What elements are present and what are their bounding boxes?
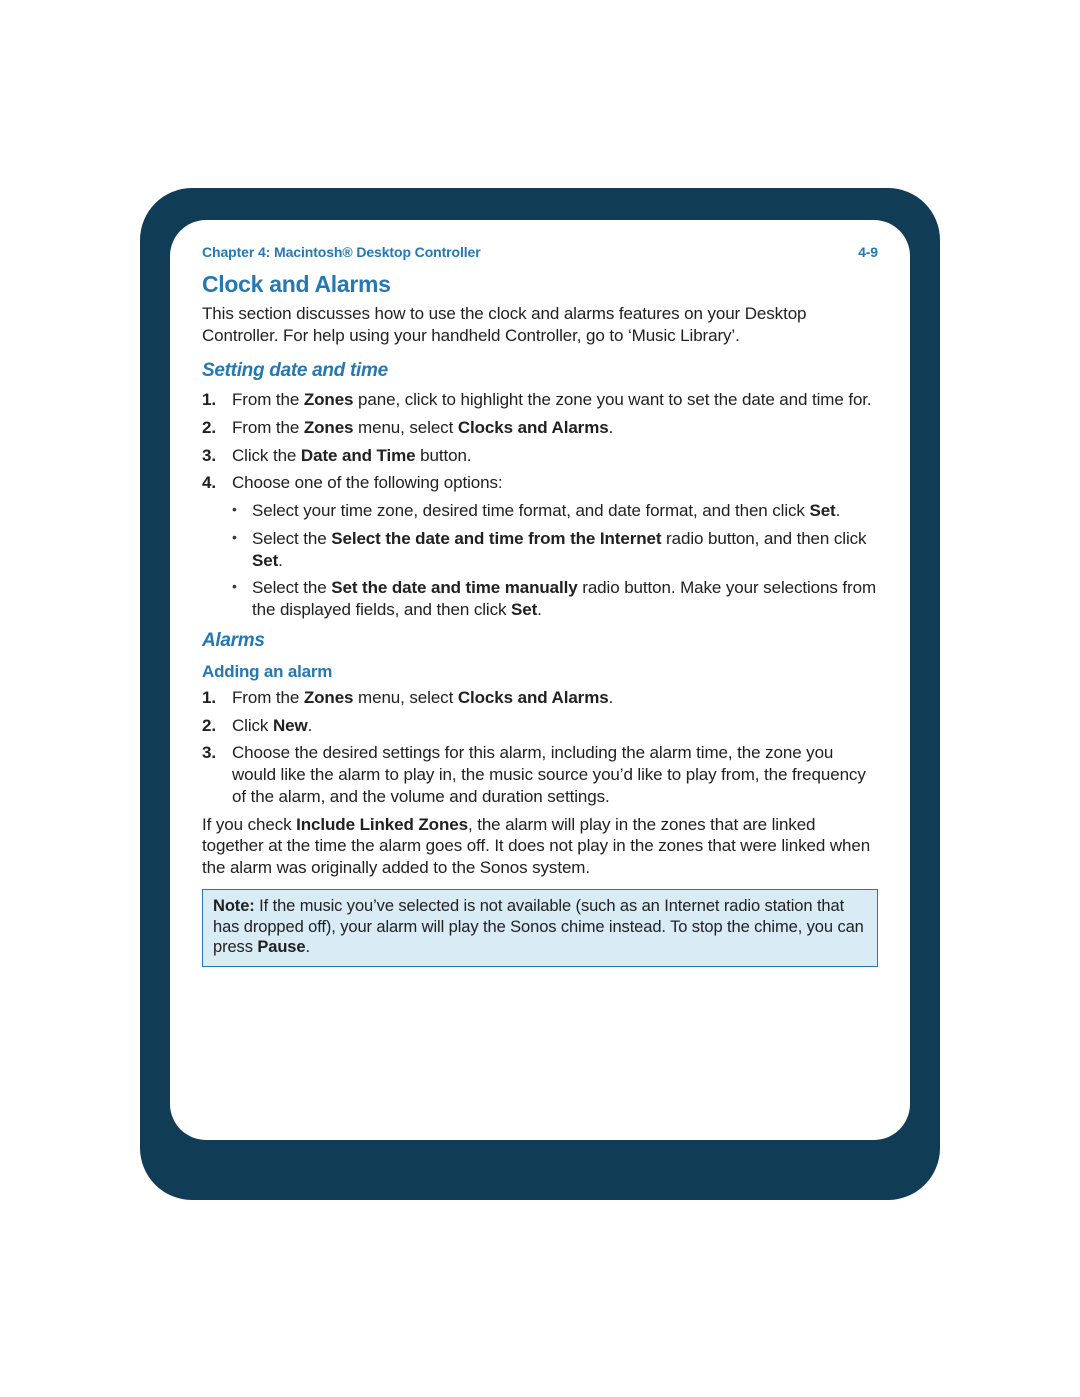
page-frame: Chapter 4: Macintosh® Desktop Controller…	[140, 188, 940, 1200]
step-number: 1.	[202, 687, 216, 709]
step-number: 3.	[202, 742, 216, 764]
setting-date-time-options: Select your time zone, desired time form…	[202, 500, 878, 621]
page-number: 4-9	[858, 244, 878, 262]
step-text: From the Zones menu, select Clocks and A…	[232, 688, 613, 707]
step-number: 2.	[202, 417, 216, 439]
step-text: Choose the desired settings for this ala…	[232, 743, 866, 806]
bullet-item: Select your time zone, desired time form…	[232, 500, 878, 522]
page-title: Clock and Alarms	[202, 270, 878, 299]
page-content: Chapter 4: Macintosh® Desktop Controller…	[170, 220, 910, 1140]
subheading-adding-alarm: Adding an alarm	[202, 661, 878, 683]
step-text: Choose one of the following options:	[232, 473, 502, 492]
step-item: 2. From the Zones menu, select Clocks an…	[202, 417, 878, 439]
intro-paragraph: This section discusses how to use the cl…	[202, 303, 878, 347]
note-label: Note:	[213, 897, 259, 915]
step-number: 3.	[202, 445, 216, 467]
adding-alarm-steps: 1. From the Zones menu, select Clocks an…	[202, 687, 878, 808]
section-heading-alarms: Alarms	[202, 629, 878, 653]
note-text: If the music you’ve selected is not avai…	[213, 897, 864, 956]
step-item: 3. Click the Date and Time button.	[202, 445, 878, 467]
setting-date-time-steps: 1. From the Zones pane, click to highlig…	[202, 389, 878, 494]
step-number: 1.	[202, 389, 216, 411]
linked-zones-paragraph: If you check Include Linked Zones, the a…	[202, 814, 878, 879]
step-item: 3. Choose the desired settings for this …	[202, 742, 878, 807]
section-heading-setting-date-time: Setting date and time	[202, 359, 878, 383]
chapter-label: Chapter 4: Macintosh® Desktop Controller	[202, 244, 481, 262]
step-item: 1. From the Zones menu, select Clocks an…	[202, 687, 878, 709]
step-item: 4. Choose one of the following options:	[202, 472, 878, 494]
step-text: Click the Date and Time button.	[232, 446, 471, 465]
step-item: 2. Click New.	[202, 715, 878, 737]
bullet-item: Select the Select the date and time from…	[232, 528, 878, 572]
step-number: 2.	[202, 715, 216, 737]
running-header: Chapter 4: Macintosh® Desktop Controller…	[202, 244, 878, 262]
step-number: 4.	[202, 472, 216, 494]
note-box: Note: If the music you’ve selected is no…	[202, 889, 878, 967]
step-text: From the Zones pane, click to highlight …	[232, 390, 872, 409]
step-text: From the Zones menu, select Clocks and A…	[232, 418, 613, 437]
document-canvas: Chapter 4: Macintosh® Desktop Controller…	[0, 0, 1080, 1397]
step-text: Click New.	[232, 716, 312, 735]
step-item: 1. From the Zones pane, click to highlig…	[202, 389, 878, 411]
bullet-item: Select the Set the date and time manuall…	[232, 577, 878, 621]
